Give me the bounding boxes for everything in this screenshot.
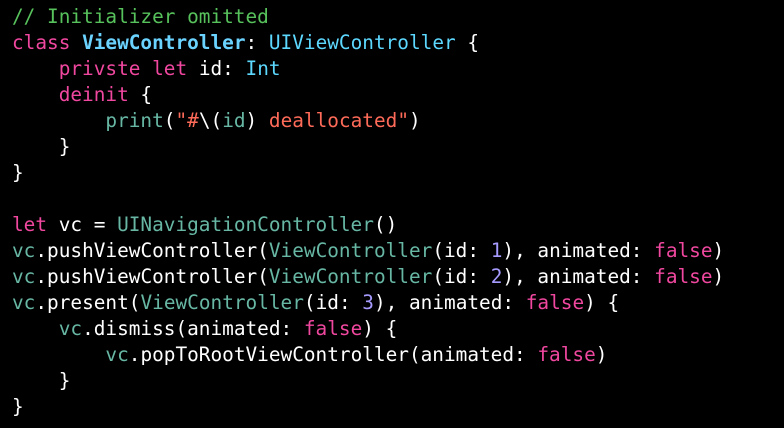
code-token-plain: (: [163, 109, 176, 132]
code-line: // Initializer omitted: [12, 4, 784, 30]
code-line: vc.pushViewController(ViewController(id:…: [12, 264, 784, 290]
code-token-class: UINavigationController: [117, 213, 374, 236]
code-token-number: 2: [490, 265, 503, 288]
code-line: print("#\(id) deallocated"): [12, 108, 784, 134]
code-token-member: vc: [105, 343, 129, 366]
code-token-member: vc: [58, 317, 83, 340]
code-token-type: Int: [245, 57, 281, 80]
code-line: }: [12, 394, 784, 420]
code-token-keyword: false: [525, 291, 585, 314]
code-token-plain: \(: [198, 109, 223, 132]
code-token-plain: {: [128, 83, 153, 106]
code-line: privste let id: Int: [12, 56, 784, 82]
code-token-member: vc: [12, 291, 36, 314]
code-token-plain: ): [409, 109, 421, 132]
code-token-plain: vc =: [47, 213, 118, 236]
code-line: }: [12, 134, 784, 160]
code-token-class: ViewController: [140, 291, 304, 314]
code-line: vc.pushViewController(ViewController(id:…: [12, 238, 784, 264]
code-token-plain: ): [245, 109, 269, 132]
code-token-type-decl: ViewController: [82, 31, 246, 54]
code-token-plain: .popToRootViewController(animated:: [128, 343, 538, 366]
code-token-plain: .: [35, 265, 48, 288]
code-token-class: id: [222, 109, 246, 132]
code-token-plain: (: [257, 265, 269, 288]
code-token-keyword: false: [303, 317, 363, 340]
code-token-keyword: false: [537, 343, 596, 366]
code-token-plain: ), animated:: [502, 239, 655, 262]
code-token-plain: (: [257, 239, 269, 262]
code-token-keyword: false: [654, 265, 713, 288]
code-token-plain: pushViewController: [47, 239, 258, 262]
code-token-string: deallocated": [268, 109, 409, 132]
code-token-string: "#: [175, 109, 199, 132]
code-token-plain: (): [373, 213, 398, 236]
code-token-plain: pushViewController: [47, 265, 258, 288]
code-token-plain: (id:: [432, 265, 491, 288]
code-token-plain: ): [595, 343, 608, 366]
code-token-plain: ), animated:: [502, 265, 655, 288]
code-token-plain: present: [47, 291, 129, 314]
code-token-plain: ): [712, 265, 725, 288]
code-token-keyword: let: [12, 213, 48, 236]
code-token-plain: (id:: [303, 291, 363, 314]
code-token-plain: }: [12, 369, 71, 392]
code-token-keyword: privste: [58, 57, 141, 80]
code-token-plain: ), animated:: [373, 291, 526, 314]
code-token-plain: ): [712, 239, 725, 262]
code-token-number: 3: [362, 291, 374, 314]
code-line: vc.present(ViewController(id: 3), animat…: [12, 290, 784, 316]
code-line: vc.popToRootViewController(animated: fal…: [12, 342, 784, 368]
code-token-plain: :: [245, 31, 269, 54]
code-line: }: [12, 160, 784, 186]
code-token-plain: }: [12, 395, 24, 418]
code-editor[interactable]: // Initializer omitted class ViewControll…: [0, 0, 784, 428]
code-token-plain: .: [35, 291, 48, 314]
code-token-plain: }: [12, 135, 71, 158]
code-token-member: vc: [12, 265, 36, 288]
code-token-type: UIViewController: [268, 31, 456, 54]
code-token-plain: id:: [187, 57, 246, 80]
code-token-plain: (: [128, 291, 141, 314]
code-token-plain: .dismiss(animated:: [82, 317, 304, 340]
code-token-plain: .: [35, 239, 48, 262]
code-token-plain: ) {: [584, 291, 620, 314]
code-token-func: print: [105, 109, 164, 132]
code-line: vc.dismiss(animated: false) {: [12, 316, 784, 342]
code-token-plain: {: [455, 31, 480, 54]
code-token-keyword: class: [12, 31, 71, 54]
code-token-comment: // Initializer omitted: [12, 5, 269, 28]
code-token-plain: ) {: [362, 317, 398, 340]
code-line: class ViewController: UIViewController {: [12, 30, 784, 56]
code-line: }: [12, 368, 784, 394]
code-line: let vc = UINavigationController(): [12, 212, 784, 238]
code-token-class: ViewController: [268, 265, 433, 288]
code-token-plain: }: [12, 161, 24, 184]
code-token-keyword: false: [654, 239, 713, 262]
code-token-number: 1: [490, 239, 503, 262]
code-token-class: ViewController: [268, 239, 433, 262]
code-line: deinit {: [12, 82, 784, 108]
code-token-member: vc: [12, 239, 36, 262]
code-token-keyword: deinit: [58, 83, 129, 106]
code-token-keyword: let: [152, 57, 188, 80]
code-token-plain: (id:: [432, 239, 491, 262]
